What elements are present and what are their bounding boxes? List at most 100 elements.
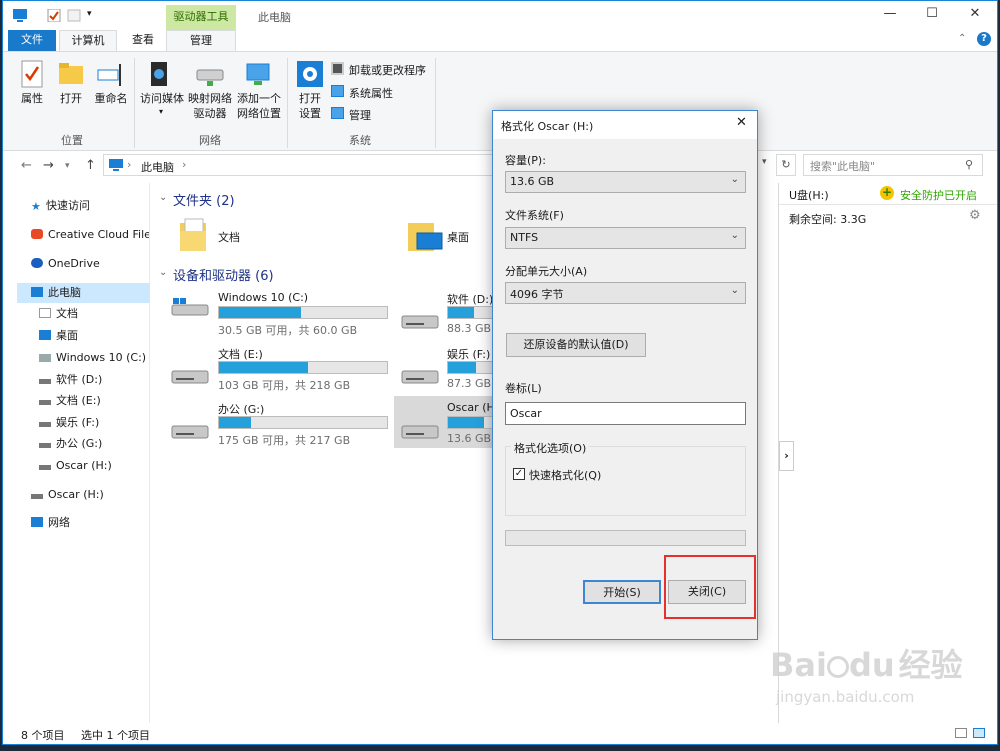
details-drive-name: U盘(H:) <box>789 189 829 202</box>
new-folder-icon[interactable] <box>67 9 81 22</box>
access-media-button[interactable]: 访问媒体 ▾ <box>139 60 185 116</box>
nav-item-network[interactable]: 网络 <box>31 513 70 533</box>
nav-item-creative-cloud[interactable]: Creative Cloud Files <box>31 225 149 245</box>
nav-item-drive-e[interactable]: 文档 (E:) <box>39 391 101 411</box>
dialog-title-bar: 格式化 Oscar (H:) ✕ <box>493 111 757 139</box>
manage-button[interactable]: 管理 <box>331 107 371 123</box>
address-bar[interactable]: › 此电脑 › <box>103 154 493 176</box>
filesystem-select[interactable]: NTFS ⌄ <box>505 227 746 249</box>
help-icon[interactable]: ? <box>977 32 991 46</box>
nav-item-drive-c[interactable]: Windows 10 (C:) <box>39 348 146 368</box>
capacity-select[interactable]: 13.6 GB ⌄ <box>505 171 746 193</box>
drive-icon[interactable] <box>400 366 440 384</box>
close-button[interactable]: ✕ <box>960 5 990 25</box>
drive-g-usage-fill <box>219 417 251 428</box>
nav-item-documents[interactable]: 文档 <box>39 304 78 324</box>
start-button[interactable]: 开始(S) <box>583 580 661 604</box>
nav-item-oscar-h[interactable]: Oscar (H:) <box>31 485 104 505</box>
drive-f-name[interactable]: 娱乐 (F:) <box>447 346 490 362</box>
computer-icon[interactable] <box>13 9 27 22</box>
drive-f-space: 87.3 GB <box>447 377 492 390</box>
search-icon[interactable]: ⚲ <box>965 158 973 171</box>
drive-e-space: 103 GB 可用，共 218 GB <box>218 379 351 392</box>
drive-e-usage-bar <box>218 361 388 374</box>
nav-item-onedrive[interactable]: OneDrive <box>31 254 100 274</box>
drives-section-title[interactable]: 设备和驱动器 (6) <box>173 265 274 284</box>
collapse-folders-icon[interactable]: ⌄ <box>159 192 167 203</box>
open-settings-button[interactable]: 打开 设置 <box>293 60 327 121</box>
chevron-down-icon: ⌄ <box>730 230 739 241</box>
restore-defaults-button[interactable]: 还原设备的默认值(D) <box>506 333 646 357</box>
drive-g-name[interactable]: 办公 (G:) <box>218 401 264 417</box>
folders-section-title[interactable]: 文件夹 (2) <box>173 190 235 209</box>
tab-computer[interactable]: 计算机 <box>59 30 117 51</box>
quick-format-label[interactable]: 快速格式化(Q) <box>529 467 601 483</box>
search-input[interactable]: 搜索"此电脑" <box>803 154 983 176</box>
recent-locations-icon[interactable]: ▾ <box>65 161 70 171</box>
breadcrumb-separator-icon: › <box>182 158 187 171</box>
nav-item-quick-access[interactable]: ★ 快速访问 <box>31 196 90 216</box>
open-button[interactable]: 打开 <box>53 60 89 106</box>
quick-format-checkbox[interactable]: ✓ <box>513 468 525 480</box>
computer-icon <box>109 159 123 171</box>
drive-h-usage-fill <box>448 417 484 428</box>
drive-c-name[interactable]: Windows 10 (C:) <box>218 291 308 304</box>
format-progress-bar <box>505 530 746 546</box>
folder-documents-label[interactable]: 文档 <box>218 229 240 245</box>
tab-manage[interactable]: 管理 <box>166 30 236 51</box>
nav-item-drive-h[interactable]: Oscar (H:) <box>39 456 112 476</box>
uninstall-program-button[interactable]: 卸载或更改程序 <box>331 62 426 78</box>
map-network-drive-button[interactable]: 映射网络 驱动器 <box>187 60 233 121</box>
nav-item-drive-d[interactable]: 软件 (D:) <box>39 370 102 390</box>
open-label: 打开 <box>60 92 82 105</box>
allocation-size-select[interactable]: 4096 字节 ⌄ <box>505 282 746 304</box>
volume-label-caption: 卷标(L) <box>505 382 542 395</box>
expand-pane-chevron-icon[interactable]: › <box>779 441 794 471</box>
nav-item-desktop[interactable]: 桌面 <box>39 326 78 346</box>
up-arrow-icon[interactable]: ↑ <box>85 158 96 173</box>
back-arrow-icon[interactable]: ← <box>21 158 32 173</box>
rename-button[interactable]: 重命名 <box>91 60 131 106</box>
forward-arrow-icon[interactable]: → <box>43 158 54 173</box>
system-properties-button[interactable]: 系统属性 <box>331 85 393 101</box>
drive-icon[interactable] <box>170 366 210 384</box>
nav-item-drive-g[interactable]: 办公 (G:) <box>39 434 102 454</box>
windows-drive-icon[interactable] <box>170 298 210 316</box>
drive-icon <box>39 465 51 470</box>
nav-item-drive-f[interactable]: 娱乐 (F:) <box>39 413 99 433</box>
dialog-close-icon[interactable]: ✕ <box>736 115 747 130</box>
nav-item-this-pc[interactable]: 此电脑 <box>17 283 150 303</box>
drive-icon[interactable] <box>400 311 440 329</box>
tab-file[interactable]: 文件 <box>8 30 56 51</box>
properties-button[interactable]: 属性 <box>13 60 51 106</box>
qat-dropdown-icon[interactable]: ▾ <box>87 9 92 19</box>
add-location-label-2: 网络位置 <box>237 107 281 120</box>
drive-d-name[interactable]: 软件 (D:) <box>447 291 493 307</box>
maximize-button[interactable]: ☐ <box>917 5 947 25</box>
breadcrumb-this-pc[interactable]: 此电脑 <box>141 159 174 175</box>
drive-icon <box>39 379 51 384</box>
properties-label: 属性 <box>21 92 43 105</box>
collapse-ribbon-icon[interactable]: ⌃ <box>958 33 966 44</box>
drive-f-usage-bar <box>447 361 495 374</box>
drive-icon[interactable] <box>170 421 210 439</box>
watermark-cn: 经验 <box>898 646 963 684</box>
folder-desktop-icon[interactable] <box>407 217 443 253</box>
refresh-icon[interactable]: ↻ <box>776 154 796 176</box>
folder-documents-icon[interactable] <box>179 217 209 253</box>
volume-label-input[interactable]: Oscar <box>505 402 746 425</box>
settings-gear-icon[interactable]: ⚙ <box>969 208 981 223</box>
tab-view[interactable]: 查看 <box>121 30 165 51</box>
collapse-drives-icon[interactable]: ⌄ <box>159 267 167 278</box>
map-drive-label-1: 映射网络 <box>188 92 232 105</box>
add-network-location-button[interactable]: 添加一个 网络位置 <box>235 60 283 121</box>
settings-gear-icon <box>297 61 323 87</box>
drive-icon[interactable] <box>400 421 440 439</box>
window-title: 此电脑 <box>258 11 291 24</box>
folder-desktop-label[interactable]: 桌面 <box>447 229 469 245</box>
properties-icon[interactable] <box>47 9 61 22</box>
address-dropdown-icon[interactable]: ▾ <box>762 157 767 167</box>
minimize-button[interactable]: — <box>875 5 905 25</box>
add-location-label-1: 添加一个 <box>237 92 281 105</box>
drive-e-name[interactable]: 文档 (E:) <box>218 346 263 362</box>
